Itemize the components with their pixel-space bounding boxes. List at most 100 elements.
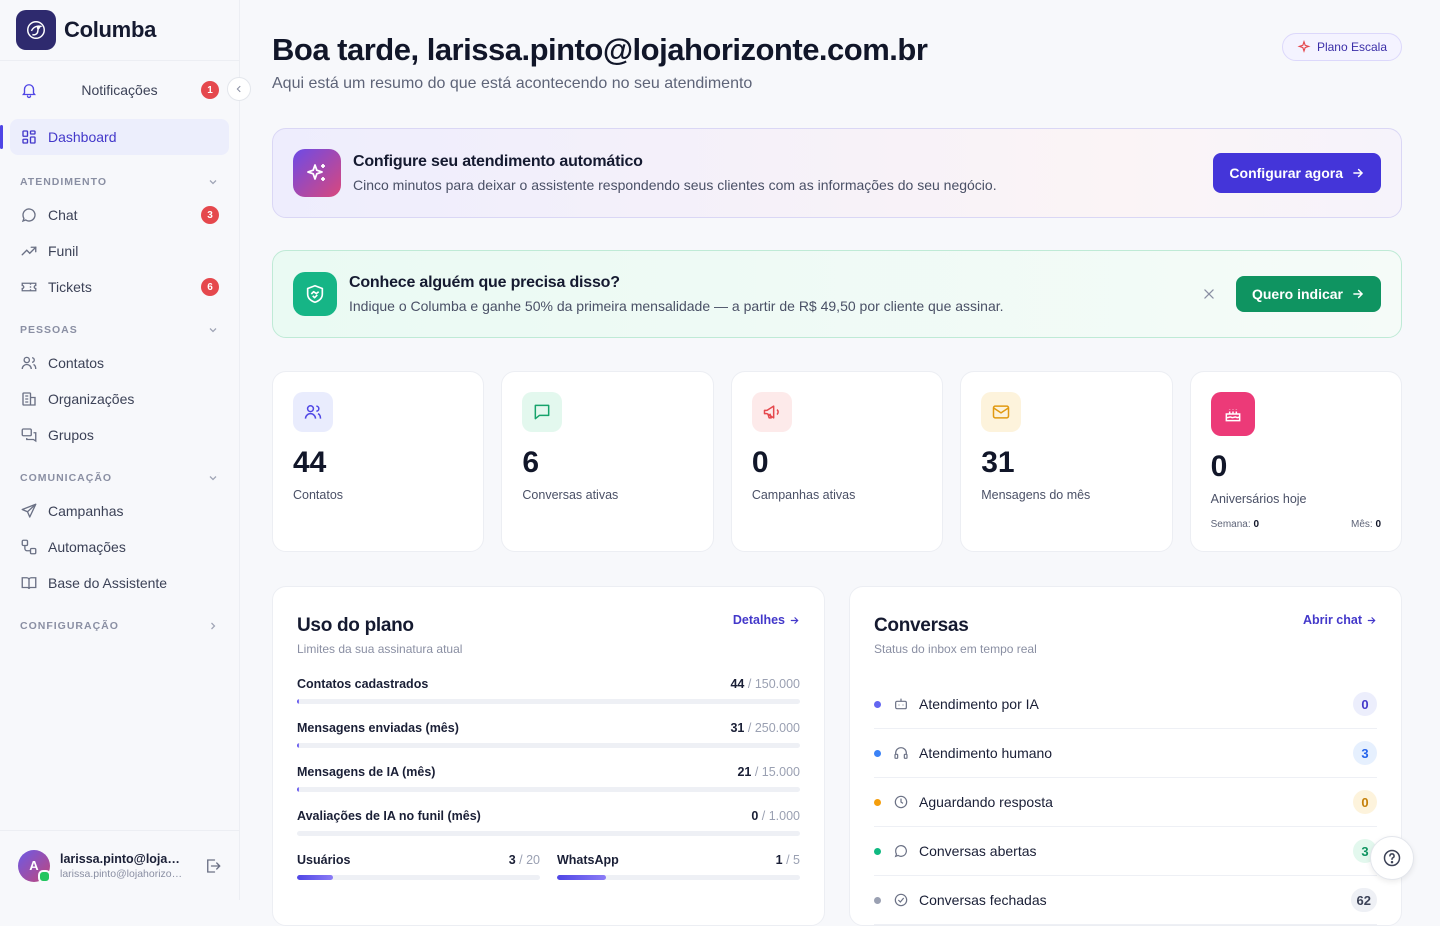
columba-logo-icon	[16, 10, 56, 50]
chevron-left-icon	[236, 85, 241, 93]
user-info: larissa.pinto@lojahorizonte.com.br laris…	[60, 852, 204, 880]
sidebar-item-label: Funil	[48, 243, 79, 259]
chevron-down-icon	[209, 328, 217, 333]
refer-button[interactable]: Quero indicar	[1235, 276, 1381, 312]
status-dot	[874, 798, 881, 806]
usage-bar-fill	[557, 875, 606, 880]
conversation-row-aguardando[interactable]: Aguardando resposta 0	[874, 778, 1377, 827]
usage-count: 1 / 5	[775, 853, 800, 867]
referral-banner-text: Conhece alguém que precisa disso? Indiqu…	[349, 274, 1202, 314]
notifications-button[interactable]: Notificações 1	[0, 61, 251, 119]
chevron-right-icon	[211, 622, 216, 630]
usage-limit: 5	[793, 853, 800, 867]
sidebar-item-tickets[interactable]: Tickets 6	[10, 269, 229, 305]
plan-label: Plano Escala	[1316, 40, 1387, 54]
sidebar-item-organizacoes[interactable]: Organizações	[10, 381, 229, 417]
section-comunicacao[interactable]: COMUNICAÇÃO	[0, 463, 239, 493]
megaphone-icon	[751, 392, 792, 432]
panel-subtitle: Status do inbox em tempo real	[874, 642, 1037, 656]
section-configuracao[interactable]: CONFIGURAÇÃO	[0, 611, 239, 641]
section-pessoas[interactable]: PESSOAS	[0, 315, 239, 345]
conversation-row-humano[interactable]: Atendimento humano 3	[874, 729, 1377, 778]
usage-label: Usuários	[297, 853, 351, 867]
sidebar-item-funil[interactable]: Funil	[10, 233, 229, 269]
stat-card-conversas[interactable]: 6 Conversas ativas	[501, 371, 714, 552]
month-label: Mês:	[1351, 519, 1373, 530]
sidebar-item-label: Organizações	[48, 391, 135, 407]
conversation-label: Atendimento humano	[919, 745, 1053, 761]
stat-card-contatos[interactable]: 44 Contatos	[272, 371, 485, 552]
conversation-row-ia[interactable]: Atendimento por IA 0	[874, 680, 1377, 729]
sidebar-item-base-assistente[interactable]: Base do Assistente	[10, 565, 229, 601]
stat-label: Campanhas ativas	[751, 488, 856, 502]
plan-badge[interactable]: Plano Escala	[1281, 33, 1402, 61]
usage-used: 0	[751, 809, 759, 823]
stat-label: Conversas ativas	[522, 488, 619, 502]
usage-used: 21	[737, 765, 752, 779]
usage-bar-fill	[297, 787, 299, 792]
user-profile[interactable]: A larissa.pinto@lojahorizonte.com.br lar…	[0, 830, 240, 900]
setup-banner: Configure seu atendimento automático Cin…	[272, 128, 1402, 218]
setup-banner-title: Configure seu atendimento automático	[353, 153, 643, 170]
conversation-label: Conversas fechadas	[919, 892, 1047, 908]
status-dot	[874, 749, 881, 757]
book-icon	[21, 577, 37, 590]
usage-count: 31 / 250.000	[730, 721, 800, 735]
section-atendimento[interactable]: ATENDIMENTO	[0, 167, 239, 197]
usage-label: Mensagens de IA (mês)	[297, 765, 436, 779]
configure-now-button[interactable]: Configurar agora	[1213, 153, 1381, 193]
brand[interactable]: Columba	[0, 0, 239, 60]
brand-name: Columba	[64, 17, 157, 42]
conversation-label: Conversas abertas	[919, 843, 1037, 859]
stat-card-aniversarios[interactable]: 0 Aniversários hoje Semana: 0 Mês: 0	[1189, 371, 1403, 552]
sidebar: Columba Notificações 1 Dashboard ATENDIM…	[0, 0, 251, 900]
stat-value: 44	[293, 446, 327, 479]
sidebar-item-chat[interactable]: Chat 3	[10, 197, 229, 233]
conversation-row-fechadas[interactable]: Conversas fechadas 62	[874, 876, 1377, 925]
sidebar-item-label: Chat	[48, 207, 78, 223]
usage-label: WhatsApp	[557, 853, 619, 867]
usage-row-whatsapp: WhatsApp 1 / 5	[557, 853, 800, 880]
conversation-count: 62	[1350, 888, 1377, 912]
plan-usage-panel: Uso do plano Limites da sua assinatura a…	[272, 586, 825, 926]
section-title: ATENDIMENTO	[20, 176, 108, 188]
handshake-icon	[293, 272, 337, 316]
month-summary: Mês: 0	[1351, 519, 1381, 530]
chat-bubble-icon	[894, 845, 907, 858]
sidebar-item-campanhas[interactable]: Campanhas	[10, 493, 229, 529]
conversation-count: 0	[1353, 692, 1377, 716]
help-button[interactable]	[1370, 836, 1414, 880]
conversation-label: Atendimento por IA	[919, 696, 1039, 712]
details-link[interactable]: Detalhes	[733, 613, 800, 627]
referral-banner-title: Conhece alguém que precisa disso?	[349, 274, 620, 291]
section-title: CONFIGURAÇÃO	[20, 620, 119, 632]
arrow-right-icon	[1353, 289, 1364, 299]
open-chat-label: Abrir chat	[1302, 613, 1362, 627]
stat-value: 0	[751, 446, 769, 479]
user-name: larissa.pinto@lojahorizonte.com.br	[60, 851, 186, 866]
logout-icon[interactable]	[204, 857, 222, 875]
conversations-panel: Conversas Status do inbox em tempo real …	[849, 586, 1402, 926]
sidebar-item-grupos[interactable]: Grupos	[10, 417, 229, 453]
sidebar-item-dashboard[interactable]: Dashboard	[0, 119, 229, 155]
sidebar-item-automacoes[interactable]: Automações	[10, 529, 229, 565]
sidebar-item-label: Campanhas	[48, 503, 124, 519]
stat-card-mensagens[interactable]: 31 Mensagens do mês	[960, 371, 1173, 552]
help-icon	[1383, 849, 1401, 867]
stat-value: 6	[522, 446, 540, 479]
close-icon[interactable]	[1202, 287, 1216, 301]
headset-icon	[894, 747, 908, 759]
bell-icon	[22, 84, 36, 99]
open-chat-link[interactable]: Abrir chat	[1303, 613, 1377, 627]
usage-row: Mensagens de IA (mês) 21 / 15.000	[297, 765, 800, 792]
stat-card-campanhas[interactable]: 0 Campanhas ativas	[730, 371, 944, 552]
usage-bar	[297, 787, 800, 792]
status-dot	[874, 700, 881, 708]
usage-count: 0 / 1.000	[751, 809, 800, 823]
sidebar-item-contatos[interactable]: Contatos	[10, 345, 229, 381]
collapse-sidebar-button[interactable]	[227, 77, 251, 101]
chevron-down-icon	[209, 180, 217, 185]
usage-row: Contatos cadastrados 44 / 150.000	[297, 677, 800, 704]
usage-bar-fill	[297, 875, 334, 880]
conversation-row-abertas[interactable]: Conversas abertas 3	[874, 827, 1377, 876]
